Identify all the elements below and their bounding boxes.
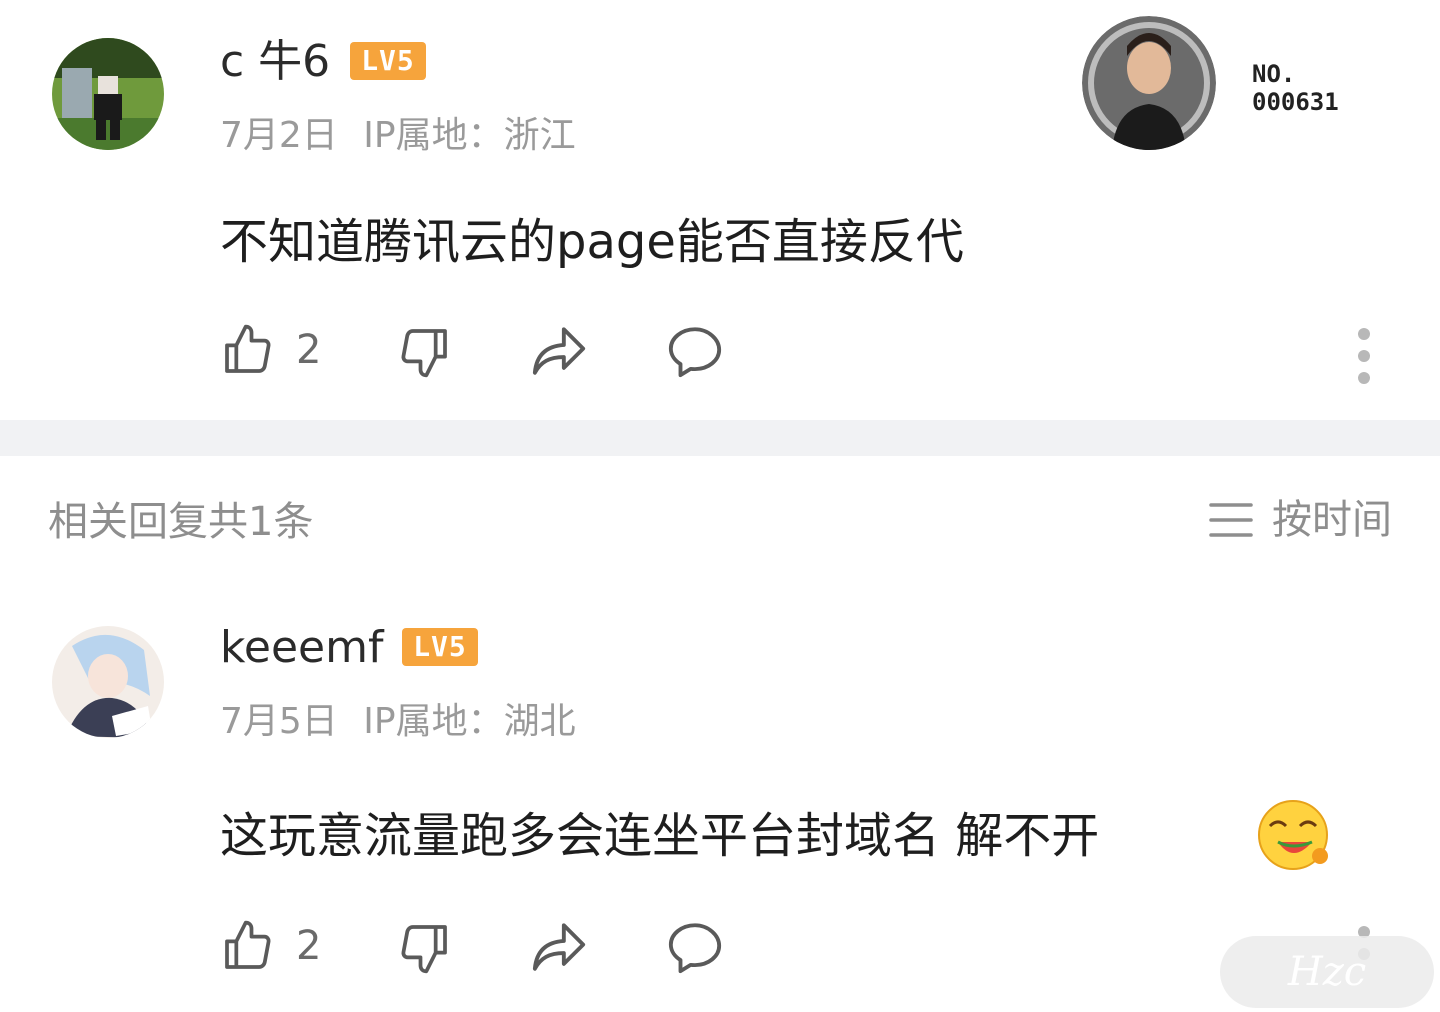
thumbs-up-icon [225,324,271,373]
thumbs-down-icon [401,925,447,974]
level-badge: LV5 [402,628,478,666]
thumbs-down-icon [401,329,447,378]
more-dot [1358,372,1370,384]
like-count: 2 [296,923,322,969]
comment-bubble-icon [668,923,722,974]
comment-meta: 7月5日 IP属地：湖北 [220,704,576,740]
comment-text: 这玩意流量跑多会连坐平台封域名 解不开 [220,808,1100,864]
eating-watermelon-emoji-icon [1258,800,1328,870]
user-avatar[interactable] [52,38,164,150]
level-badge: LV5 [350,42,426,80]
sort-by-time-button[interactable]: 按时间 [1208,500,1392,540]
share-button[interactable] [530,920,588,974]
reply-button[interactable] [666,920,724,974]
comment-bubble-icon [668,327,722,378]
share-icon [532,327,586,375]
medal-number-prefix: NO. [1252,60,1296,88]
replies-count-header: 相关回复共1条 [48,499,314,545]
more-options-button[interactable] [1358,328,1370,384]
like-button[interactable]: 2 [220,322,321,378]
share-icon [532,923,586,971]
share-button[interactable] [530,324,588,378]
dislike-button[interactable] [396,324,452,380]
sort-lines-icon [1209,503,1253,537]
watermark: Hzc [1220,936,1434,1008]
comment-1: c 牛6 LV5 7月2日 IP属地：浙江 NO. 000631 不知道腾讯云的… [0,0,1440,420]
section-divider [0,420,1440,456]
ip-location: IP属地：浙江 [363,115,576,156]
reply-button[interactable] [666,324,724,378]
user-avatar[interactable] [52,626,164,738]
more-dot [1358,350,1370,362]
comment-date: 7月2日 [220,115,338,156]
dislike-button[interactable] [396,920,452,976]
fan-medal-avatar[interactable] [1082,16,1216,150]
username[interactable]: c 牛6 [220,40,330,84]
more-dot [1358,328,1370,340]
comment-date: 7月5日 [220,701,338,742]
sort-label: 按时间 [1272,497,1392,543]
medal-number-value: 000631 [1252,88,1339,116]
medal-number: NO. 000631 [1252,60,1339,116]
comment-meta: 7月2日 IP属地：浙江 [220,118,576,154]
username[interactable]: keeemf [220,626,383,670]
like-count: 2 [296,327,322,373]
comment-text: 不知道腾讯云的page能否直接反代 [220,214,964,270]
comment-2: keeemf LV5 7月5日 IP属地：湖北 这玩意流量跑多会连坐平台封域名 … [0,580,1440,1012]
ip-location: IP属地：湖北 [363,701,576,742]
thumbs-up-icon [225,920,271,969]
like-button[interactable]: 2 [220,918,321,974]
